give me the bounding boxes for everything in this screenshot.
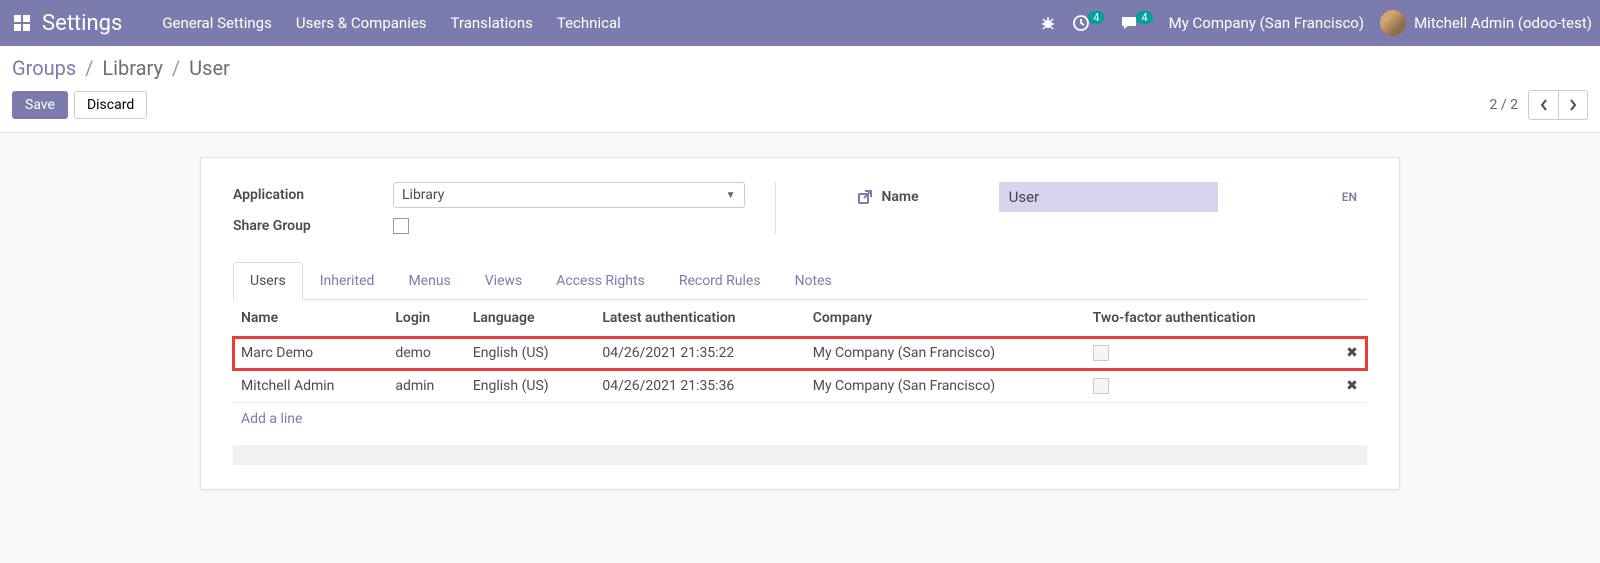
cell-login: admin [387,370,464,403]
tab-access-rights[interactable]: Access Rights [539,262,662,300]
cell-login: demo [387,337,464,370]
add-line[interactable]: Add a line [233,403,1367,435]
pager-value: 2 / 2 [1490,97,1518,113]
col-language[interactable]: Language [465,300,595,337]
tab-notes[interactable]: Notes [778,262,849,300]
nav-links: General Settings Users & Companies Trans… [162,14,620,32]
tab-views[interactable]: Views [468,262,540,300]
tab-menus[interactable]: Menus [391,262,467,300]
col-name[interactable]: Name [233,300,387,337]
messages-badge: 4 [1136,11,1152,24]
user-menu[interactable]: Mitchell Admin (odoo-test) [1380,10,1592,36]
chevron-right-icon [1568,98,1578,112]
pager-next[interactable] [1558,90,1588,120]
application-label: Application [233,187,393,203]
messages-icon[interactable]: 4 [1120,14,1152,32]
chevron-left-icon [1539,98,1549,112]
cell-company: My Company (San Francisco) [805,337,1085,370]
app-brand: Settings [42,11,122,36]
name-input[interactable] [999,182,1218,212]
cell-auth: 04/26/2021 21:35:22 [594,337,804,370]
nav-link-translations[interactable]: Translations [451,14,533,32]
activities-icon[interactable]: 4 [1072,14,1104,32]
external-link-icon[interactable] [856,188,874,206]
col-login[interactable]: Login [387,300,464,337]
breadcrumb-sep: / [85,56,93,80]
breadcrumb-root[interactable]: Groups [12,56,76,80]
pager: 2 / 2 [1490,90,1588,120]
apps-menu-icon[interactable] [12,13,32,33]
cell-twofa [1085,337,1337,370]
debug-icon[interactable] [1040,15,1056,31]
navbar: Settings General Settings Users & Compan… [0,0,1600,46]
nav-link-users-companies[interactable]: Users & Companies [296,14,427,32]
cell-language: English (US) [465,370,595,403]
row-delete[interactable]: ✖ [1337,370,1367,403]
share-group-checkbox[interactable] [393,218,409,234]
user-name: Mitchell Admin (odoo-test) [1414,14,1592,32]
discard-button[interactable]: Discard [74,91,147,119]
col-latest-auth[interactable]: Latest authentication [594,300,804,337]
cell-auth: 04/26/2021 21:35:36 [594,370,804,403]
breadcrumb-sep: / [172,56,180,80]
activities-badge: 4 [1088,11,1104,24]
twofa-checkbox [1093,345,1109,361]
table-row[interactable]: Marc DemodemoEnglish (US)04/26/2021 21:3… [233,337,1367,370]
tabs: Users Inherited Menus Views Access Right… [233,262,1367,300]
row-delete[interactable]: ✖ [1337,337,1367,370]
cell-twofa [1085,370,1337,403]
pager-prev[interactable] [1528,90,1558,120]
table-row[interactable]: Mitchell AdminadminEnglish (US)04/26/202… [233,370,1367,403]
application-value: Library [402,187,444,203]
col-twofa[interactable]: Two-factor authentication [1085,300,1337,337]
breadcrumb-current: User [189,56,230,80]
control-panel: Groups / Library / User Save Discard 2 /… [0,46,1600,133]
avatar [1380,10,1406,36]
table-scrollbar-track [233,445,1367,465]
save-button[interactable]: Save [12,91,68,119]
application-select[interactable]: Library ▼ [393,182,745,208]
nav-link-general-settings[interactable]: General Settings [162,14,272,32]
breadcrumb-middle: Library [102,56,163,80]
caret-down-icon: ▼ [726,190,736,201]
cell-company: My Company (San Francisco) [805,370,1085,403]
twofa-checkbox [1093,378,1109,394]
tab-inherited[interactable]: Inherited [303,262,392,300]
close-icon: ✖ [1346,345,1358,361]
tab-users[interactable]: Users [233,262,303,300]
breadcrumb: Groups / Library / User [12,56,1588,80]
cell-language: English (US) [465,337,595,370]
nav-link-technical[interactable]: Technical [557,14,621,32]
company-switcher[interactable]: My Company (San Francisco) [1169,14,1364,32]
close-icon: ✖ [1346,378,1358,394]
col-company[interactable]: Company [805,300,1085,337]
form-sheet: Application Library ▼ Share Group [200,157,1400,490]
cell-name: Mitchell Admin [233,370,387,403]
share-group-label: Share Group [233,218,393,234]
cell-name: Marc Demo [233,337,387,370]
lang-indicator[interactable]: EN [1342,190,1357,204]
users-table: Name Login Language Latest authenticatio… [233,300,1367,403]
tab-record-rules[interactable]: Record Rules [662,262,778,300]
name-label: Name [882,189,919,205]
